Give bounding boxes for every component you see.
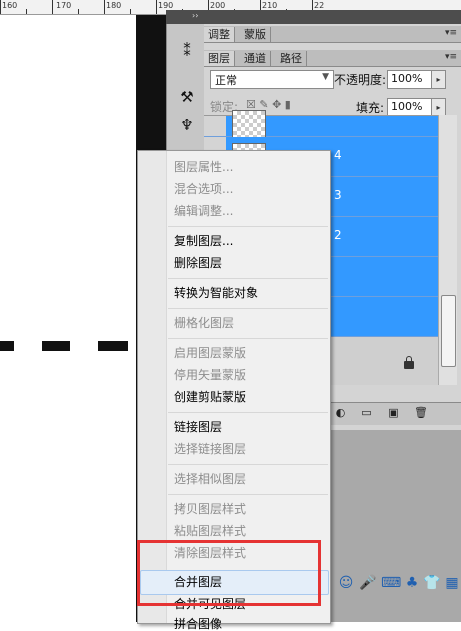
- tab-adjustments[interactable]: 调整: [204, 27, 235, 42]
- fill-label: 填充:: [356, 101, 385, 115]
- panel-menu-icon[interactable]: ▾≡: [445, 52, 457, 62]
- menu-item-convert-smart-object[interactable]: 转换为智能对象: [174, 286, 258, 300]
- adjustment-layer-icon[interactable]: ◐: [334, 406, 347, 419]
- panel-menu-icon[interactable]: ▾≡: [445, 28, 457, 38]
- layer-name: 4: [334, 148, 342, 162]
- menu-item-link-layers[interactable]: 链接图层: [174, 420, 222, 434]
- layer-name: 3: [334, 188, 342, 202]
- menu-separator: [168, 338, 328, 339]
- new-group-icon[interactable]: ▭: [360, 406, 373, 419]
- menu-item-blending-options[interactable]: 混合选项...: [174, 182, 233, 196]
- layers-scrollbar[interactable]: [438, 115, 457, 385]
- chevron-down-icon: ▼: [322, 72, 329, 82]
- menu-item-delete-layer[interactable]: 删除图层: [174, 256, 222, 270]
- canvas-shape: [98, 341, 128, 351]
- grid-icon[interactable]: ▦: [443, 574, 461, 592]
- shirt-icon[interactable]: 👕: [423, 574, 441, 592]
- smile-icon[interactable]: ☺: [337, 574, 355, 592]
- menu-item-enable-layer-mask[interactable]: 启用图层蒙版: [174, 346, 246, 360]
- layer-name: 2: [334, 228, 342, 242]
- tab-masks[interactable]: 蒙版: [240, 27, 271, 42]
- document-canvas[interactable]: [0, 15, 136, 622]
- brush-icon[interactable]: ⚒: [176, 86, 198, 108]
- opacity-field[interactable]: 100%: [387, 70, 433, 89]
- ruler-label: 180: [106, 1, 122, 10]
- opacity-slider-button[interactable]: ▸: [431, 70, 446, 89]
- microphone-icon[interactable]: 🎤: [359, 574, 377, 592]
- menu-item-paste-layer-style[interactable]: 粘贴图层样式: [174, 524, 246, 538]
- menu-item-layer-properties[interactable]: 图层属性...: [174, 160, 233, 174]
- menu-item-select-linked-layers[interactable]: 选择链接图层: [174, 442, 246, 456]
- menu-item-flatten-image[interactable]: 拼合图像: [174, 617, 222, 631]
- menu-separator: [168, 308, 328, 309]
- layers-tabs: 图层 通道 路径 ▾≡: [204, 50, 461, 67]
- stamp-icon[interactable]: ♆: [176, 114, 198, 136]
- layer-row[interactable]: [204, 110, 438, 138]
- menu-item-select-similar-layers[interactable]: 选择相似图层: [174, 472, 246, 486]
- panel-collapse-bar[interactable]: ››: [166, 10, 461, 24]
- ruler-label: 170: [56, 1, 72, 10]
- menu-item-rasterize-layer[interactable]: 栅格化图层: [174, 316, 234, 330]
- adjustment-icon[interactable]: ⁑: [176, 40, 198, 62]
- keyboard-icon[interactable]: ⌨: [381, 574, 401, 592]
- menu-item-disable-vector-mask[interactable]: 停用矢量蒙版: [174, 368, 246, 382]
- lock-icon: [404, 356, 414, 369]
- adjustments-tabs: 调整 蒙版 ▾≡: [204, 26, 461, 43]
- menu-item-edit-adjustment[interactable]: 编辑调整...: [174, 204, 233, 218]
- trash-icon[interactable]: 🗑: [414, 406, 428, 419]
- menu-separator: [168, 464, 328, 465]
- blend-mode-value: 正常: [215, 74, 237, 87]
- ruler-label: 200: [210, 1, 226, 10]
- menu-separator: [168, 226, 328, 227]
- tab-paths[interactable]: 路径: [276, 51, 307, 66]
- menu-item-copy-layer-style[interactable]: 拷贝图层样式: [174, 502, 246, 516]
- canvas-shape: [42, 341, 70, 351]
- canvas-shape: [0, 341, 14, 351]
- menu-separator: [168, 412, 328, 413]
- collapse-icon[interactable]: ››: [192, 11, 198, 20]
- tab-channels[interactable]: 通道: [240, 51, 271, 66]
- blend-mode-select[interactable]: 正常 ▼: [210, 70, 334, 89]
- tab-layers[interactable]: 图层: [204, 51, 235, 66]
- highlight-annotation-box: [137, 540, 321, 606]
- menu-separator: [168, 278, 328, 279]
- ruler-label: 160: [2, 1, 18, 10]
- ruler-label: 190: [158, 1, 174, 10]
- ruler-label: 22: [314, 1, 325, 10]
- scroll-thumb[interactable]: [441, 295, 456, 367]
- menu-item-duplicate-layer[interactable]: 复制图层...: [174, 234, 233, 248]
- ruler-label: 210: [262, 1, 278, 10]
- new-layer-icon[interactable]: ▣: [387, 406, 400, 419]
- opacity-label: 不透明度:: [334, 73, 387, 87]
- user-icon[interactable]: ♣: [403, 574, 421, 592]
- menu-item-create-clipping-mask[interactable]: 创建剪贴蒙版: [174, 390, 246, 404]
- menu-separator: [168, 494, 328, 495]
